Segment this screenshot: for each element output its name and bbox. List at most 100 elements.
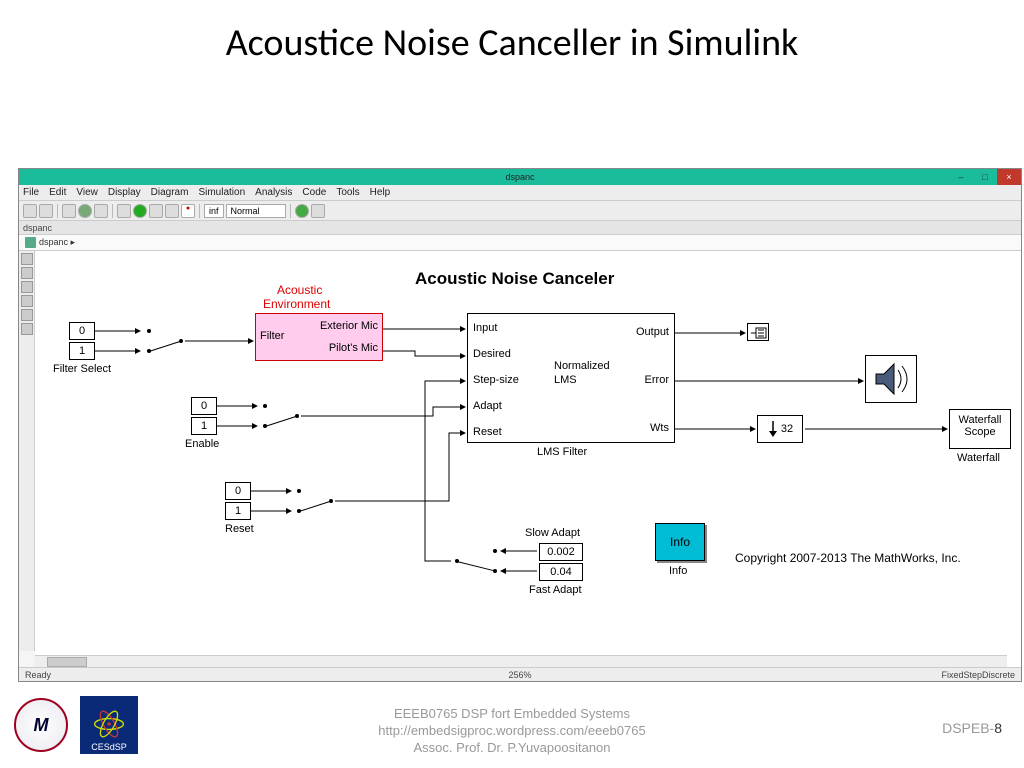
maximize-button[interactable]: □: [973, 169, 997, 185]
menu-view[interactable]: View: [76, 187, 98, 198]
label-slow-adapt: Slow Adapt: [525, 527, 580, 539]
switch-reset[interactable]: [297, 489, 301, 493]
block-downsample[interactable]: 32: [757, 415, 803, 443]
switch-enable[interactable]: [263, 404, 267, 408]
block-lms-filter[interactable]: Input Desired Step-size Adapt Reset Norm…: [467, 313, 675, 443]
university-logo: M: [14, 698, 68, 752]
menu-diagram[interactable]: Diagram: [151, 187, 189, 198]
atom-icon: [91, 706, 127, 742]
port-output: Output: [636, 326, 669, 338]
port-desired: Desired: [473, 348, 511, 360]
stoptime-field[interactable]: inf: [204, 204, 224, 218]
lms-center-2: LMS: [554, 374, 577, 386]
cesdsp-logo: CESdSP: [80, 696, 138, 754]
explorer-icon[interactable]: [94, 204, 108, 218]
slide-title: Acoustice Noise Canceller in Simulink: [0, 0, 1024, 76]
waterfall-line1: Waterfall: [950, 414, 1010, 426]
new-model-icon[interactable]: [23, 204, 37, 218]
refresh-icon[interactable]: [295, 204, 309, 218]
save-icon[interactable]: [39, 204, 53, 218]
label-waterfall: Waterfall: [957, 452, 1000, 464]
menu-analysis[interactable]: Analysis: [255, 187, 292, 198]
const-reset-0[interactable]: 0: [225, 482, 251, 500]
toolbar: ● inf Normal: [19, 201, 1021, 221]
status-zoom: 256%: [355, 670, 685, 680]
analyzer-icon[interactable]: [311, 204, 325, 218]
switch-filter-select[interactable]: [147, 329, 151, 333]
switch-adapt[interactable]: [493, 549, 497, 553]
block-audio-sink[interactable]: [865, 355, 917, 403]
stop-icon[interactable]: [165, 204, 179, 218]
down-arrow-icon: [767, 419, 779, 439]
model-icon: [25, 237, 36, 248]
footer-line3: Assoc. Prof. Dr. P.Yuvapoositanon: [378, 740, 645, 757]
const-enable-0[interactable]: 0: [191, 397, 217, 415]
breadcrumb-text: dspanc ▸: [39, 237, 75, 248]
const-fast-adapt[interactable]: 0.04: [539, 563, 583, 581]
fit-icon[interactable]: [21, 267, 33, 279]
port-wts: Wts: [650, 422, 669, 434]
cesdsp-text: CESdSP: [91, 742, 127, 752]
pan-icon[interactable]: [21, 281, 33, 293]
label-info: Info: [669, 565, 687, 577]
footer-line2: http://embedsigproc.wordpress.com/eeeb07…: [378, 723, 645, 740]
tabbar: dspanc: [19, 221, 1021, 235]
model-tab[interactable]: dspanc: [23, 223, 52, 233]
sim-mode-select[interactable]: Normal: [226, 204, 286, 218]
status-solver: FixedStepDiscrete: [685, 670, 1015, 680]
record-icon[interactable]: ●: [181, 204, 195, 218]
label-acoustic-1: Acoustic: [277, 283, 322, 297]
label-lms-filter: LMS Filter: [537, 446, 587, 458]
const-filter-select-1[interactable]: 1: [69, 342, 95, 360]
downsample-value: 32: [781, 423, 793, 435]
block-acoustic-environment[interactable]: Filter Exterior Mic Pilot's Mic: [255, 313, 383, 361]
breadcrumb[interactable]: dspanc ▸: [19, 235, 1021, 251]
const-filter-select-0[interactable]: 0: [69, 322, 95, 340]
const-enable-1[interactable]: 1: [191, 417, 217, 435]
lms-center-1: Normalized: [554, 360, 610, 372]
const-slow-adapt[interactable]: 0.002: [539, 543, 583, 561]
block-waterfall-scope[interactable]: Waterfall Scope: [949, 409, 1011, 449]
canvas[interactable]: Acoustic Noise Canceler: [35, 251, 1021, 667]
zoom-icon[interactable]: [21, 253, 33, 265]
forward-icon[interactable]: [149, 204, 163, 218]
port-stepsize: Step-size: [473, 374, 519, 386]
menu-file[interactable]: File: [23, 187, 39, 198]
port-exterior-mic: Exterior Mic: [320, 320, 378, 332]
titlebar[interactable]: dspanc – □ ×: [19, 169, 1021, 185]
copyright-text: Copyright 2007-2013 The MathWorks, Inc.: [735, 551, 961, 565]
footer-line1: EEEB0765 DSP fort Embedded Systems: [378, 706, 645, 723]
block-to-workspace[interactable]: [747, 323, 769, 341]
close-button[interactable]: ×: [997, 169, 1021, 185]
waterfall-line2: Scope: [950, 426, 1010, 438]
menu-tools[interactable]: Tools: [336, 187, 359, 198]
statusbar: Ready 256% FixedStepDiscrete: [19, 667, 1021, 681]
config-icon[interactable]: [78, 204, 92, 218]
menu-display[interactable]: Display: [108, 187, 141, 198]
menu-simulation[interactable]: Simulation: [198, 187, 245, 198]
label-fast-adapt: Fast Adapt: [529, 584, 582, 596]
back-icon[interactable]: [117, 204, 131, 218]
speaker-icon: [866, 356, 916, 402]
port-filter: Filter: [260, 330, 284, 342]
simulink-window: dspanc – □ × File Edit View Display Diag…: [18, 168, 1022, 682]
port-pilots-mic: Pilot's Mic: [329, 342, 378, 354]
library-icon[interactable]: [62, 204, 76, 218]
minimize-button[interactable]: –: [949, 169, 973, 185]
port-input: Input: [473, 322, 497, 334]
menu-edit[interactable]: Edit: [49, 187, 66, 198]
annotate-icon[interactable]: [21, 309, 33, 321]
menu-code[interactable]: Code: [302, 187, 326, 198]
label-enable: Enable: [185, 438, 219, 450]
menu-help[interactable]: Help: [370, 187, 391, 198]
const-reset-1[interactable]: 1: [225, 502, 251, 520]
status-ready: Ready: [25, 670, 355, 680]
label-reset: Reset: [225, 523, 254, 535]
port-reset: Reset: [473, 426, 502, 438]
hide-icon[interactable]: [21, 295, 33, 307]
image-icon[interactable]: [21, 323, 33, 335]
scrollbar-horizontal[interactable]: [35, 655, 1007, 667]
block-info[interactable]: Info: [655, 523, 705, 561]
run-icon[interactable]: [133, 204, 147, 218]
diagram-title: Acoustic Noise Canceler: [415, 269, 614, 289]
